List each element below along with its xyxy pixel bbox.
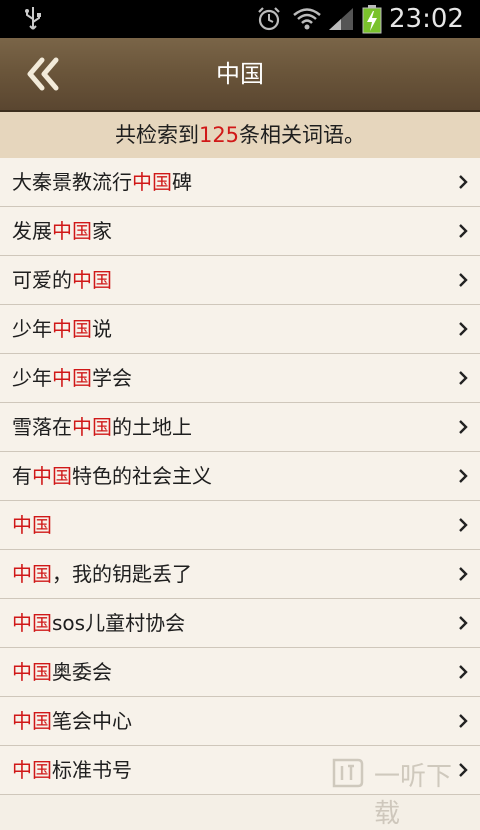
list-item-label: 有中国特色的社会主义 [12,452,212,500]
label-after: 学会 [92,366,132,390]
label-before: 少年 [12,317,52,341]
chevron-right-icon [459,322,468,336]
watermark: 一听下载 [324,750,474,829]
list-item[interactable]: 中国奥委会 [0,648,480,697]
summary-prefix: 共检索到 [114,123,199,147]
chevron-right-icon [459,224,468,238]
result-list: 大秦景教流行中国碑 发展中国家 可爱的中国 少年中国说 少年中国学会 雪落在中国… [0,158,480,795]
label-before: 有 [12,464,32,488]
clock: 23:02 [389,4,464,34]
list-item[interactable]: 可爱的中国 [0,256,480,305]
list-item[interactable]: 发展中国家 [0,207,480,256]
label-match: 中国 [12,562,52,586]
label-before: 大秦景教流行 [12,170,132,194]
chevron-right-icon [459,420,468,434]
label-match: 中国 [12,709,52,733]
label-match: 中国 [12,611,52,635]
list-item-label: 中国，我的钥匙丢了 [12,550,192,598]
list-item-label: 可爱的中国 [12,256,112,304]
header-bar: 中国 [0,38,480,112]
label-match: 中国 [52,366,92,390]
label-before: 发展 [12,219,52,243]
battery-charging-icon [362,5,382,34]
label-after: 的土地上 [112,415,192,439]
list-item[interactable]: 中国sos儿童村协会 [0,599,480,648]
list-item[interactable]: 少年中国说 [0,305,480,354]
label-before: 可爱的 [12,268,72,292]
result-count: 125 [198,123,240,147]
list-item[interactable]: 大秦景教流行中国碑 [0,158,480,207]
label-before: 雪落在 [12,415,72,439]
label-after: 家 [92,219,112,243]
chevron-right-icon [459,665,468,679]
chevron-right-icon [459,518,468,532]
label-after: 奥委会 [52,660,112,684]
list-item-label: 中国sos儿童村协会 [12,599,185,647]
label-before: 少年 [12,366,52,390]
list-item-label: 少年中国学会 [12,354,132,402]
label-match: 中国 [12,513,52,537]
list-item[interactable]: 中国，我的钥匙丢了 [0,550,480,599]
list-item[interactable]: 有中国特色的社会主义 [0,452,480,501]
status-bar: 23:02 [0,0,480,38]
label-after: 标准书号 [52,758,132,782]
label-match: 中国 [12,660,52,684]
chevron-right-icon [459,371,468,385]
list-item-label: 中国 [12,501,52,549]
chevron-right-icon [459,714,468,728]
list-item[interactable]: 雪落在中国的土地上 [0,403,480,452]
alarm-icon [258,7,280,31]
chevron-right-icon [459,175,468,189]
list-item-label: 中国笔会中心 [12,697,132,745]
signal-icon [329,8,353,30]
label-after: ，我的钥匙丢了 [52,562,192,586]
list-item-label: 发展中国家 [12,207,112,255]
list-item-label: 少年中国说 [12,305,112,353]
label-match: 中国 [132,170,172,194]
watermark-logo-icon [332,758,364,788]
list-item[interactable]: 中国笔会中心 [0,697,480,746]
label-after: 碑 [172,170,192,194]
summary-suffix: 条相关词语。 [239,123,366,147]
list-item-label: 中国标准书号 [12,746,132,794]
label-match: 中国 [52,219,92,243]
label-match: 中国 [32,464,72,488]
watermark-text: 一听下载 [374,762,453,829]
label-after: 特色的社会主义 [72,464,212,488]
chevron-right-icon [459,567,468,581]
label-after: 笔会中心 [52,709,132,733]
label-after: 说 [92,317,112,341]
label-match: 中国 [72,415,112,439]
list-item-label: 大秦景教流行中国碑 [12,158,192,206]
chevron-right-icon [459,273,468,287]
label-after: sos儿童村协会 [52,611,186,635]
chevron-right-icon [459,616,468,630]
label-match: 中国 [12,758,52,782]
label-match: 中国 [52,317,92,341]
search-summary: 共检索到125条相关词语。 [0,112,480,158]
page-title: 中国 [216,60,264,88]
list-item[interactable]: 中国 [0,501,480,550]
usb-icon [25,7,41,30]
list-item-label: 雪落在中国的土地上 [12,403,192,451]
chevron-right-icon [459,469,468,483]
label-match: 中国 [72,268,112,292]
wifi-icon [293,8,321,30]
list-item-label: 中国奥委会 [12,648,112,696]
list-item[interactable]: 少年中国学会 [0,354,480,403]
